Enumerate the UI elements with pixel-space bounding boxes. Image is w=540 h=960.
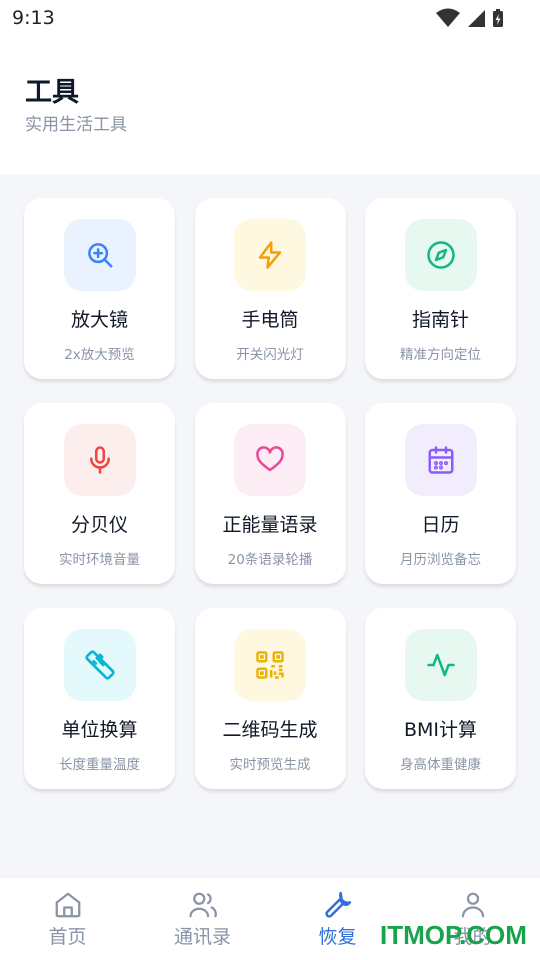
tool-title: 二维码生成 bbox=[222, 719, 318, 741]
tool-title: 单位换算 bbox=[61, 719, 138, 741]
tool-desc: 精准方向定位 bbox=[400, 347, 481, 363]
tool-desc: 长度重量温度 bbox=[59, 757, 140, 773]
compass-icon bbox=[426, 241, 455, 269]
tool-card-bmi[interactable]: BMI计算 身高体重健康 bbox=[365, 608, 516, 789]
calendar-icon bbox=[428, 446, 453, 474]
nav-item-contacts[interactable]: 通讯录 bbox=[135, 878, 270, 960]
tool-title: 手电筒 bbox=[241, 309, 299, 331]
battery-icon bbox=[493, 9, 503, 27]
tools-grid: 放大镜 2x放大预览 手电筒 开关闪光灯 指南针 精准方向定位 分贝仪 实时环境… bbox=[24, 198, 516, 789]
nav-item-home[interactable]: 首页 bbox=[0, 878, 135, 960]
tool-title: 正能量语录 bbox=[222, 514, 318, 536]
tool-desc: 月历浏览备忘 bbox=[400, 552, 481, 568]
watermark: ITMOP.COM bbox=[380, 920, 527, 950]
ruler-icon bbox=[84, 650, 115, 680]
page-title: 工具 bbox=[25, 77, 79, 108]
microphone-icon bbox=[89, 446, 110, 474]
tool-title: 放大镜 bbox=[70, 309, 128, 331]
home-icon bbox=[55, 892, 80, 918]
tool-desc: 身高体重健康 bbox=[400, 757, 481, 773]
tool-desc: 实时预览生成 bbox=[229, 757, 311, 773]
tool-icon-box bbox=[234, 629, 306, 701]
status-bar: 9:13 bbox=[0, 0, 540, 36]
tool-icon-box bbox=[404, 219, 477, 291]
heart-icon bbox=[256, 446, 284, 472]
tool-card-compass[interactable]: 指南针 精准方向定位 bbox=[365, 198, 516, 379]
tool-title: 分贝仪 bbox=[70, 514, 128, 536]
tool-card-magnifier[interactable]: 放大镜 2x放大预览 bbox=[24, 198, 175, 379]
tool-icon-box bbox=[63, 219, 136, 291]
tool-title: 日历 bbox=[421, 514, 460, 536]
tool-card-qrcode[interactable]: 二维码生成 实时预览生成 bbox=[194, 608, 346, 789]
tool-desc: 实时环境音量 bbox=[59, 552, 140, 568]
tool-icon-box bbox=[234, 219, 306, 291]
status-icons bbox=[436, 8, 504, 28]
tool-card-calendar[interactable]: 日历 月历浏览备忘 bbox=[365, 403, 516, 584]
signal-icon bbox=[468, 10, 485, 27]
lightning-icon bbox=[258, 241, 282, 269]
status-time: 9:13 bbox=[12, 7, 55, 29]
tool-card-flashlight[interactable]: 手电筒 开关闪光灯 bbox=[194, 198, 346, 379]
tools-area: 放大镜 2x放大预览 手电筒 开关闪光灯 指南针 精准方向定位 分贝仪 实时环境… bbox=[0, 174, 540, 877]
activity-icon bbox=[426, 653, 455, 677]
nav-label: 通讯录 bbox=[173, 926, 231, 948]
tool-card-quotes[interactable]: 正能量语录 20条语录轮播 bbox=[194, 403, 346, 584]
tool-card-unit[interactable]: 单位换算 长度重量温度 bbox=[24, 608, 175, 789]
tool-icon-box bbox=[63, 424, 136, 496]
contacts-icon bbox=[188, 892, 217, 918]
nav-label: 首页 bbox=[48, 926, 87, 948]
tool-title: 指南针 bbox=[411, 309, 469, 331]
tool-icon-box bbox=[404, 424, 477, 496]
page-subtitle: 实用生活工具 bbox=[25, 115, 127, 135]
header bbox=[0, 36, 540, 174]
nav-label: 恢复 bbox=[318, 926, 357, 948]
tool-icon-box bbox=[234, 424, 306, 496]
zoom-in-icon bbox=[87, 243, 112, 268]
tool-desc: 开关闪光灯 bbox=[236, 347, 304, 363]
tool-desc: 20条语录轮播 bbox=[227, 552, 313, 568]
qrcode-icon bbox=[256, 651, 284, 679]
wrench-icon bbox=[324, 891, 351, 918]
tool-desc: 2x放大预览 bbox=[64, 347, 135, 363]
wifi-icon bbox=[436, 8, 460, 27]
user-icon bbox=[461, 892, 484, 918]
tool-icon-box bbox=[63, 629, 136, 701]
tool-card-decibel[interactable]: 分贝仪 实时环境音量 bbox=[24, 403, 175, 584]
tool-title: BMI计算 bbox=[403, 719, 478, 741]
tool-icon-box bbox=[404, 629, 477, 701]
